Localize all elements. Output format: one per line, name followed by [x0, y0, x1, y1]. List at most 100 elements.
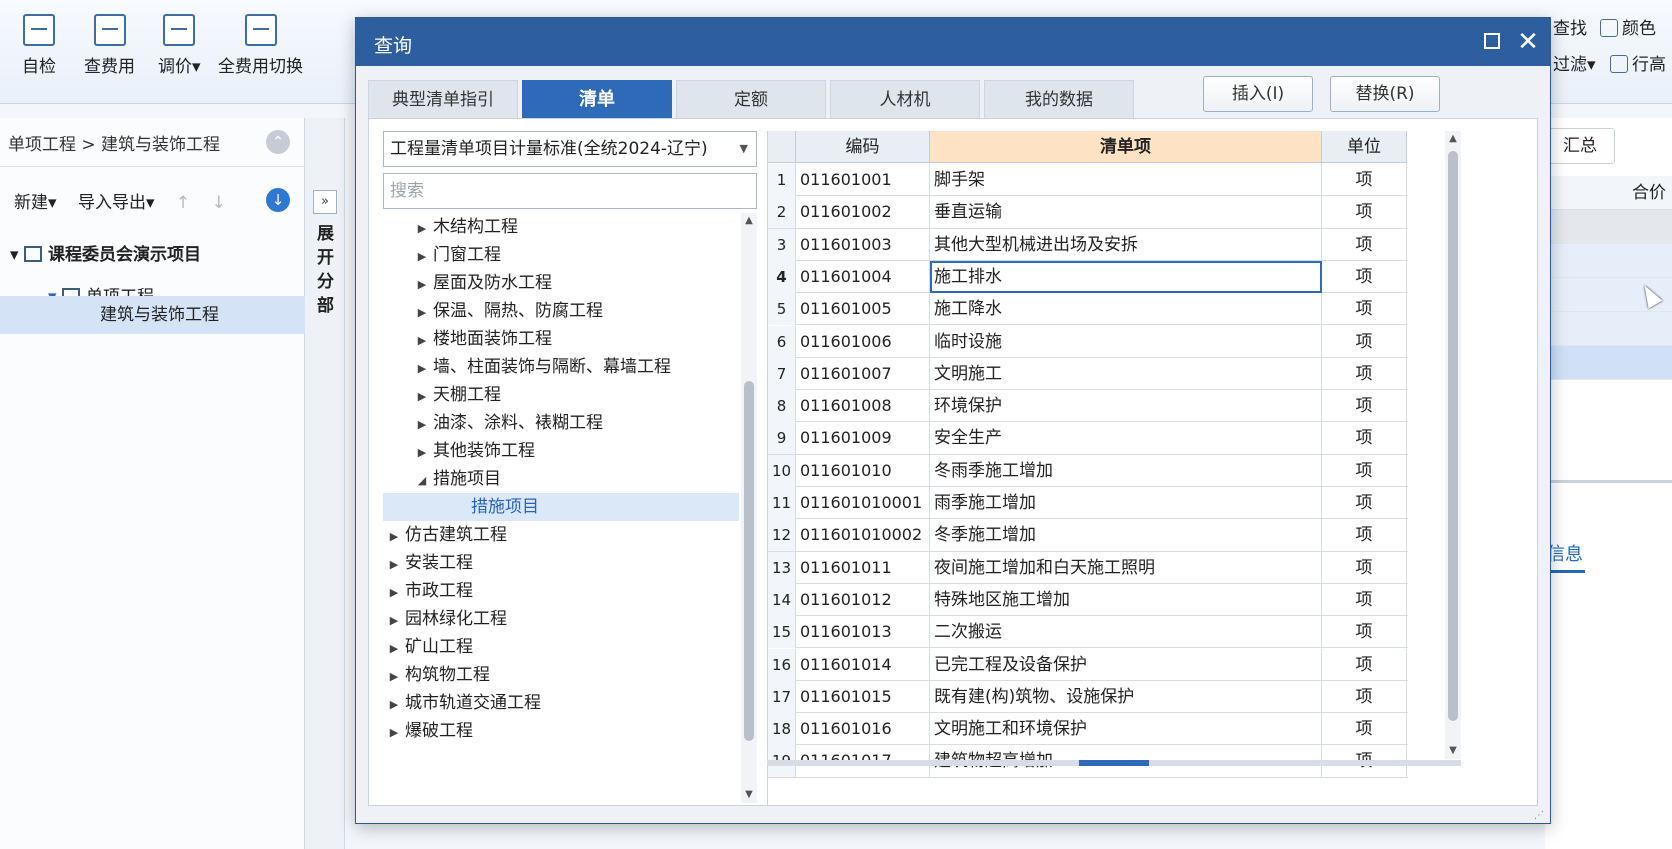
expand-arrow-icon[interactable]: ▶	[383, 607, 405, 635]
code-cell[interactable]: 011601005	[796, 293, 930, 326]
tree-item-unit[interactable]: 建筑与装饰工程	[0, 296, 305, 334]
filter-button[interactable]: 过滤▾	[1553, 50, 1596, 75]
tree-node[interactable]: ▶ 保温、隔热、防腐工程	[383, 297, 739, 325]
row-number[interactable]: 14	[768, 583, 796, 616]
code-cell[interactable]: 011601009	[796, 422, 930, 455]
close-button[interactable]: ✕	[1512, 26, 1544, 58]
row-height-button[interactable]: 行高	[1610, 50, 1666, 75]
unit-cell[interactable]: 项	[1322, 325, 1407, 358]
row-number[interactable]: 13	[768, 551, 796, 584]
tree-node[interactable]: ▶ 木结构工程	[383, 213, 739, 241]
unit-cell[interactable]: 项	[1322, 260, 1407, 293]
table-row[interactable]: 2 011601002 垂直运输项	[768, 196, 1408, 229]
expand-arrow-icon[interactable]: ▶	[383, 663, 405, 691]
expand-arrow-icon[interactable]: ▶	[411, 299, 433, 327]
unit-cell[interactable]: 项	[1322, 228, 1407, 261]
self-check-button[interactable]: 自检	[22, 14, 56, 77]
resize-grip-icon[interactable]: ⋰	[1534, 810, 1546, 822]
tree-node[interactable]: ▶ 楼地面装饰工程	[383, 325, 739, 353]
unit-cell[interactable]: 项	[1322, 454, 1407, 487]
summary-button[interactable]: 汇总	[1545, 128, 1615, 164]
row-number[interactable]: 12	[768, 519, 796, 552]
code-cell[interactable]: 011601001	[796, 164, 930, 196]
expand-icon[interactable]: »	[313, 190, 337, 214]
tree-node[interactable]: ▶ 门窗工程	[383, 241, 739, 269]
find-button[interactable]: 查找	[1553, 14, 1587, 39]
table-row[interactable]: 12 011601010002 冬季施工增加项	[768, 519, 1408, 552]
table-row[interactable]: 13 011601011 夜间施工增加和白天施工照明项	[768, 551, 1408, 584]
scrollbar-thumb[interactable]	[1079, 760, 1149, 766]
tree-node[interactable]: ▶ 城市轨道交通工程	[383, 689, 739, 717]
row-number[interactable]: 5	[768, 293, 796, 326]
collapse-up-icon[interactable]: ⌃	[266, 130, 290, 154]
code-cell[interactable]: 011601006	[796, 325, 930, 358]
name-cell[interactable]: 夜间施工增加和白天施工照明	[930, 551, 1322, 584]
name-cell[interactable]: 冬季施工增加	[930, 519, 1322, 552]
color-button[interactable]: 颜色	[1600, 14, 1656, 39]
code-cell[interactable]: 011601004	[796, 260, 930, 293]
expand-arrow-icon[interactable]: ▶	[411, 411, 433, 439]
row-number[interactable]: 6	[768, 325, 796, 358]
unit-cell[interactable]: 项	[1322, 616, 1407, 649]
grid-header-unit[interactable]: 单位	[1322, 131, 1407, 163]
code-cell[interactable]: 011601011	[796, 551, 930, 584]
tree-node[interactable]: ▶ 园林绿化工程	[383, 605, 739, 633]
expand-arrow-icon[interactable]: ▶	[411, 215, 433, 243]
unit-cell[interactable]: 项	[1322, 713, 1407, 746]
name-cell[interactable]: 雨季施工增加	[930, 487, 1322, 519]
table-row[interactable]: 3 011601003 其他大型机械进出场及安拆项	[768, 228, 1408, 261]
code-cell[interactable]: 011601014	[796, 648, 930, 681]
row-number[interactable]: 15	[768, 616, 796, 649]
table-row[interactable]: 17 011601015 既有建(构)筑物、设施保护项	[768, 680, 1408, 714]
dialog-titlebar[interactable]: 查询 ✕	[356, 18, 1550, 66]
row-number[interactable]: 7	[768, 357, 796, 390]
grid-header-code[interactable]: 编码	[796, 131, 930, 163]
row-number[interactable]: 11	[768, 487, 796, 519]
tree-node[interactable]: ▶ 油漆、涂料、裱糊工程	[383, 409, 739, 437]
scroll-up-icon[interactable]: ▲	[741, 213, 757, 229]
scroll-down-icon[interactable]: ▼	[1445, 743, 1461, 759]
unit-cell[interactable]: 项	[1322, 551, 1407, 584]
row-number[interactable]: 8	[768, 390, 796, 423]
row-number[interactable]: 1	[768, 164, 796, 196]
maximize-button[interactable]	[1476, 26, 1508, 58]
code-cell[interactable]: 011601002	[796, 196, 930, 229]
replace-button[interactable]: 替换(R)	[1330, 76, 1440, 112]
row-number[interactable]: 17	[768, 680, 796, 713]
name-cell[interactable]: 其他大型机械进出场及安拆	[930, 228, 1322, 261]
tree-node[interactable]: ▶ 市政工程	[383, 577, 739, 605]
unit-cell[interactable]: 项	[1322, 164, 1407, 196]
move-down-icon[interactable]: ↓	[212, 193, 226, 213]
code-cell[interactable]: 011601012	[796, 583, 930, 616]
code-cell[interactable]: 011601010001	[796, 487, 930, 519]
expand-arrow-icon[interactable]: ▶	[411, 383, 433, 411]
table-row[interactable]: 1 011601001 脚手架项	[768, 164, 1408, 197]
table-row[interactable]: 14 011601012 特殊地区施工增加项	[768, 583, 1408, 617]
unit-cell[interactable]: 项	[1322, 293, 1407, 326]
unit-cell[interactable]: 项	[1322, 583, 1407, 616]
unit-cell[interactable]: 项	[1322, 648, 1407, 681]
tree-node[interactable]: ◢ 措施项目	[383, 465, 739, 493]
expand-arrow-icon[interactable]: ▶	[383, 719, 405, 747]
code-cell[interactable]: 011601016	[796, 713, 930, 746]
code-cell[interactable]: 011601010002	[796, 519, 930, 552]
expand-arrow-icon[interactable]: ▶	[411, 355, 433, 383]
name-cell[interactable]: 环境保护	[930, 390, 1322, 423]
name-cell[interactable]: 既有建(构)筑物、设施保护	[930, 680, 1322, 713]
row-number[interactable]: 18	[768, 713, 796, 746]
tree-node[interactable]: ▶ 墙、柱面装饰与隔断、幕墙工程	[383, 353, 739, 381]
search-input[interactable]	[383, 173, 757, 209]
name-cell[interactable]: 施工排水	[930, 260, 1322, 293]
tab-quota[interactable]: 定额	[676, 80, 826, 118]
new-button[interactable]: 新建▾	[14, 193, 57, 213]
table-row[interactable]: 18 011601016 文明施工和环境保护项	[768, 713, 1408, 746]
tab-materials[interactable]: 人材机	[830, 80, 980, 118]
name-cell[interactable]: 脚手架	[930, 164, 1322, 196]
grid-header-name[interactable]: 清单项	[930, 131, 1322, 163]
library-select[interactable]: 工程量清单项目计量标准(全统2024-辽宁) ▼	[383, 131, 757, 167]
expand-arrow-icon[interactable]: ▶	[411, 439, 433, 467]
name-cell[interactable]: 施工降水	[930, 293, 1322, 326]
name-cell[interactable]: 临时设施	[930, 325, 1322, 358]
code-cell[interactable]: 011601013	[796, 616, 930, 649]
collapse-arrow-icon[interactable]: ▾	[10, 245, 19, 265]
